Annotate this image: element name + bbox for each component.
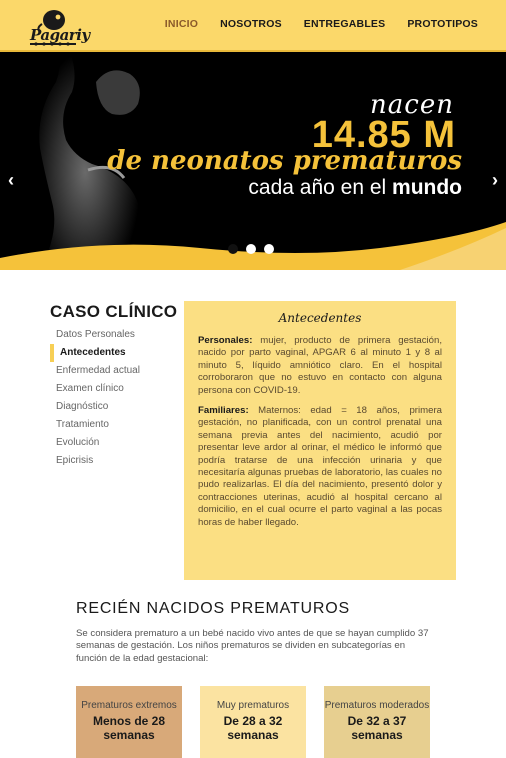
carousel-dots	[228, 244, 274, 254]
menu-item-examen-clinico[interactable]: Examen clínico	[50, 380, 178, 398]
card-title: Muy prematuros	[216, 700, 290, 711]
menu-item-enfermedad-actual[interactable]: Enfermedad actual	[50, 362, 178, 380]
site-header: Pagariy INICIO NOSOTROS ENTREGABLES PROT…	[0, 0, 506, 52]
menu-item-datos-personales[interactable]: Datos Personales	[50, 326, 178, 344]
menu-item-antecedentes[interactable]: Antecedentes	[50, 344, 178, 362]
hero-line-cada: cada año en el mundo	[248, 176, 462, 200]
prematuros-description: Se considera prematuro a un bebé nacido …	[76, 628, 429, 664]
personales-paragraph: Personales: mujer, producto de primera g…	[198, 335, 442, 397]
card-value: De 28 a 32 semanas	[223, 714, 283, 742]
menu-item-epicrisis[interactable]: Epicrisis	[50, 452, 178, 470]
nav-entregables[interactable]: ENTREGABLES	[304, 18, 386, 30]
hero-line-cada-text: cada año en el	[248, 176, 393, 199]
familiares-paragraph: Familiares: Maternos: edad = 18 años, pr…	[198, 405, 442, 529]
hero-line-mundo: mundo	[392, 176, 462, 199]
card-prematuros-moderados: Prematuros moderados De 32 a 37 semanas	[324, 686, 430, 758]
menu-item-evolucion[interactable]: Evolución	[50, 434, 178, 452]
card-value: De 32 a 37 semanas	[347, 714, 407, 742]
card-title: Prematuros extremos	[81, 700, 177, 711]
caso-clinico-title: CASO CLÍNICO	[50, 302, 178, 321]
carousel-dot-2[interactable]	[246, 244, 256, 254]
antecedentes-title: Antecedentes	[278, 311, 362, 325]
antecedentes-panel: Antecedentes Personales: mujer, producto…	[184, 301, 456, 580]
menu-item-tratamiento[interactable]: Tratamiento	[50, 416, 178, 434]
card-prematuros-extremos: Prematuros extremos Menos de 28 semanas	[76, 686, 182, 758]
familiares-text: Maternos: edad = 18 años, primera gestac…	[198, 405, 442, 528]
carousel-dot-3[interactable]	[264, 244, 274, 254]
card-value: Menos de 28 semanas	[92, 714, 166, 742]
card-title: Prematuros moderados	[324, 700, 430, 711]
logo-text: Pagariy	[30, 26, 90, 44]
main-nav: INICIO NOSOTROS ENTREGABLES PROTOTIPOS	[165, 18, 478, 30]
nav-inicio[interactable]: INICIO	[165, 18, 198, 30]
menu-item-diagnostico[interactable]: Diagnóstico	[50, 398, 178, 416]
nav-prototipos[interactable]: PROTOTIPOS	[407, 18, 478, 30]
chevron-right-icon[interactable]: ›	[492, 170, 498, 191]
personales-label: Personales:	[198, 335, 253, 346]
hero-carousel: ‹ › nacen 14.85 M de neonatos prematuros…	[0, 52, 506, 270]
chevron-left-icon[interactable]: ‹	[8, 170, 14, 191]
hero-line-neonatos: de neonatos prematuros	[107, 146, 462, 176]
familiares-label: Familiares:	[198, 405, 249, 417]
caso-clinico-menu: Datos Personales Antecedentes Enfermedad…	[50, 326, 178, 470]
nav-nosotros[interactable]: NOSOTROS	[220, 18, 282, 30]
card-muy-prematuros: Muy prematuros De 28 a 32 semanas	[200, 686, 306, 758]
carousel-dot-1[interactable]	[228, 244, 238, 254]
prematuros-title: RECIÉN NACIDOS PREMATUROS	[76, 600, 350, 617]
